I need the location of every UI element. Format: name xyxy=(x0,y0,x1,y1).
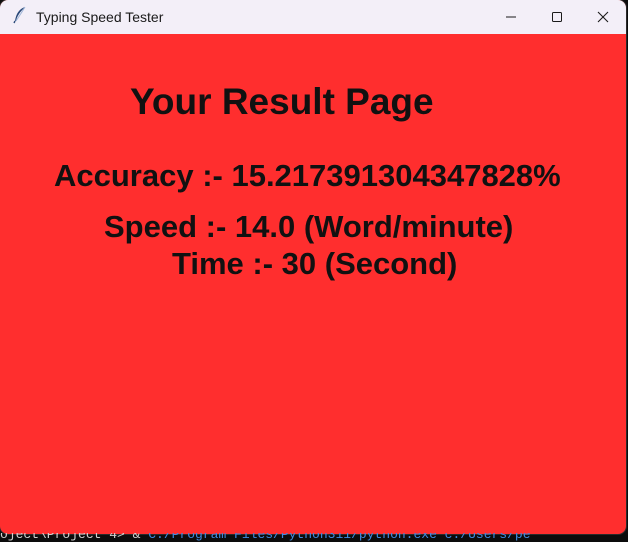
close-icon xyxy=(597,11,609,23)
maximize-icon xyxy=(552,12,562,22)
terminal-command: C:/Program Files/Python311/python.exe c:… xyxy=(148,533,531,542)
result-page: Your Result Page Accuracy :- 15.21739130… xyxy=(0,34,626,534)
terminal-background: oject\Project 4> & C:/Program Files/Pyth… xyxy=(0,533,628,542)
window-title: Typing Speed Tester xyxy=(36,9,164,25)
close-button[interactable] xyxy=(580,0,626,34)
minimize-icon xyxy=(506,16,516,18)
app-window: Typing Speed Tester Your Result Page Acc… xyxy=(0,0,626,534)
time-label: Time :- 30 (Second) xyxy=(172,246,458,281)
window-controls xyxy=(488,0,626,34)
title-bar[interactable]: Typing Speed Tester xyxy=(0,0,626,34)
maximize-button[interactable] xyxy=(534,0,580,34)
minimize-button[interactable] xyxy=(488,0,534,34)
page-heading: Your Result Page xyxy=(130,81,434,122)
speed-label: Speed :- 14.0 (Word/minute) xyxy=(104,209,514,244)
terminal-prompt: oject\Project 4> & xyxy=(0,533,149,542)
accuracy-label: Accuracy :- 15.217391304347828% xyxy=(54,158,561,193)
feather-icon xyxy=(0,6,36,29)
